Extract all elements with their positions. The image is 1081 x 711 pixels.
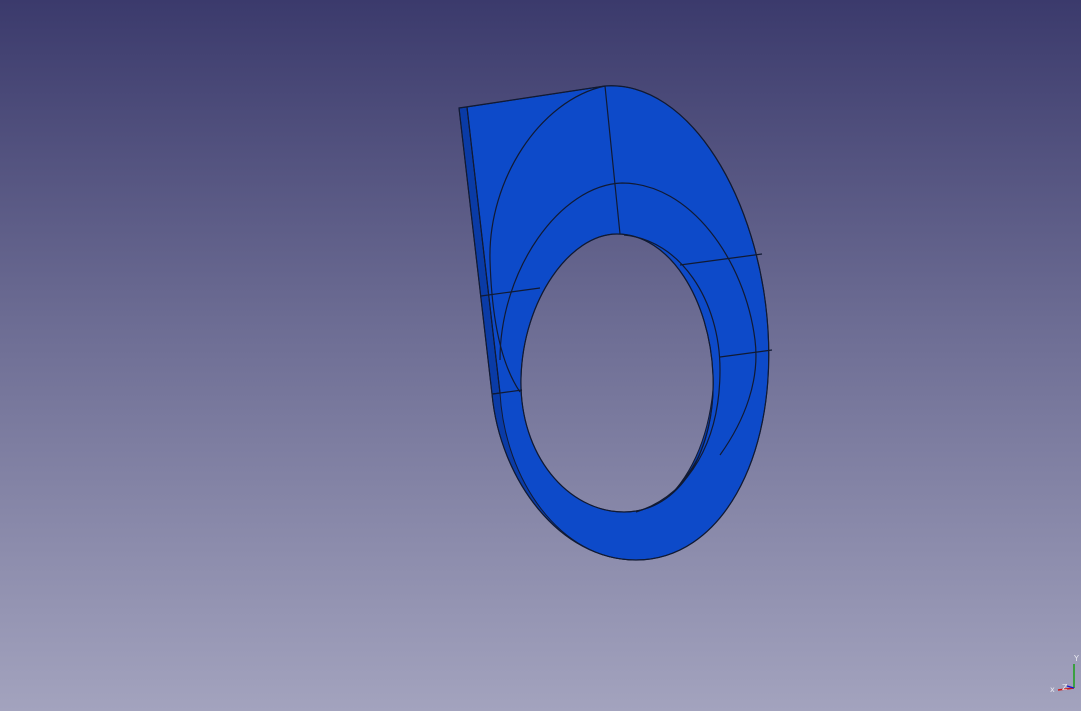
- 3d-viewport[interactable]: Y x Z: [0, 0, 1081, 711]
- model-front-face: [466, 85, 770, 561]
- axis-z-label: Z: [1062, 683, 1068, 692]
- axis-x-label: x: [1050, 685, 1055, 694]
- axis-y-label: Y: [1073, 654, 1079, 663]
- axis-cross: Y x Z: [1050, 654, 1079, 694]
- 3d-model[interactable]: [0, 0, 1081, 711]
